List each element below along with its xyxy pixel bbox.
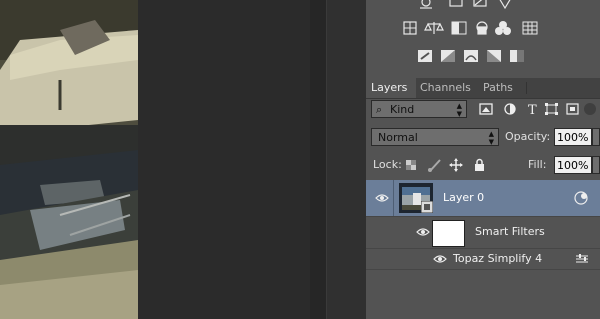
layer-name[interactable]: Layer 0 [443,191,484,204]
layer-separator [366,269,600,270]
fill-input[interactable]: 100% [554,156,592,174]
lock-label: Lock: [373,158,402,171]
layer-row-topaz-simplify[interactable]: Topaz Simplify 4 [366,249,600,269]
visibility-eye-icon[interactable] [416,227,430,237]
lock-position-icon [449,158,463,172]
layer-filter-kind-select[interactable]: ⌕ Kind ▲ ▼ [371,100,467,118]
document-canvas[interactable] [0,0,138,319]
fill-label[interactable]: Fill: [528,158,546,171]
opacity-label[interactable]: Opacity: [505,130,550,143]
blend-mode-select[interactable]: Normal ▲ ▼ [371,128,499,146]
type-layer-filter-icon: T [528,103,537,117]
tab-paths[interactable]: Paths [478,78,518,98]
smart-filters-label: Smart Filters [475,225,545,238]
shape-layer-filter-icon [545,103,558,115]
svg-text:T: T [528,103,537,117]
panel-tab-bar: Layers Channels Paths [366,78,600,99]
pixel-layer-filter-icon [479,103,493,115]
kind-label: Kind [390,103,415,116]
smart-filter-indicator-icon[interactable] [574,190,590,206]
canvas-painting [0,0,138,319]
lock-transparent-pixels-icon [406,160,416,170]
opacity-input[interactable]: 100% [554,128,592,146]
search-icon: ⌕ [376,103,383,116]
panel-divider[interactable] [310,0,326,319]
adjustments-row-2 [403,21,538,35]
tab-channels[interactable]: Channels [415,78,476,98]
adjustments-panel [366,0,600,77]
pasteboard [138,0,310,319]
filter-buttons: T [479,103,596,117]
tab-layers[interactable]: Layers [366,78,416,98]
filter-blending-options-icon[interactable] [575,253,589,265]
adjustment-icons [403,0,538,62]
adjustments-row-3 [418,50,524,62]
tab-separator [526,82,527,94]
lock-buttons [406,158,484,172]
filter-name[interactable]: Topaz Simplify 4 [453,252,542,265]
collapsed-panel-dock [326,0,367,319]
layers-list: Layer 0 Smart Filters Topaz Simplify 4 [366,179,600,319]
updown-arrow-icon: ▲ ▼ [488,130,494,146]
fill-slider-arrow-icon[interactable] [592,156,600,174]
layer-row-smart-filters[interactable]: Smart Filters [366,217,600,248]
smart-object-badge-icon [421,201,433,213]
updown-arrow-icon: ▲ ▼ [456,102,462,118]
filter-toggle-icon [584,103,596,115]
layer-row-layer-0[interactable]: Layer 0 [366,180,600,216]
layers-panel: Layers Channels Paths ⌕ Kind ▲ ▼ T Norma… [366,0,600,319]
visibility-eye-icon[interactable] [433,254,447,264]
adjustment-layer-filter-icon [504,103,516,115]
lock-all-icon [475,158,484,171]
layer-divider [393,180,394,216]
lock-image-pixels-icon [428,159,441,172]
blend-mode-value: Normal [378,131,418,144]
smart-object-filter-icon [566,103,579,115]
filter-mask-thumbnail[interactable] [432,220,465,247]
visibility-eye-icon[interactable] [375,193,389,203]
opacity-slider-arrow-icon[interactable] [592,128,600,146]
